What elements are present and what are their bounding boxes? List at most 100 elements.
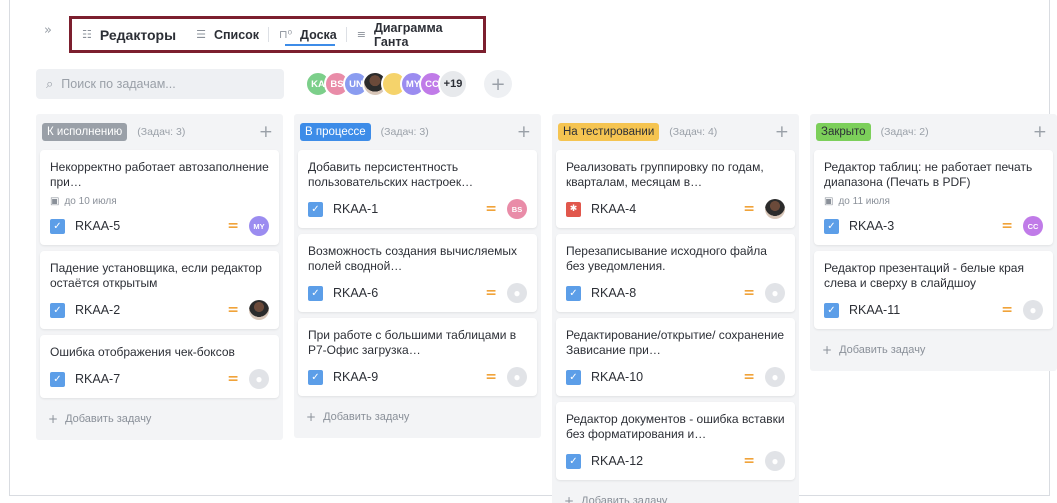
task-title[interactable]: Возможность создания вычисляемых полей с… <box>308 244 527 274</box>
add-task-label: Добавить задачу <box>65 413 152 425</box>
task-card[interactable]: Реализовать группировку по годам, кварта… <box>556 150 795 228</box>
task-search[interactable]: ⌕ <box>36 69 284 99</box>
task-key[interactable]: RKAA-1 <box>333 202 378 216</box>
add-task-button[interactable]: + Добавить задачу <box>814 335 1053 363</box>
task-key[interactable]: RKAA-2 <box>75 303 120 317</box>
board-column: На тестировании (Задач: 4) + Реализовать гр… <box>552 114 799 503</box>
board-icon: ⊓⁰ <box>279 28 293 41</box>
add-task-label: Добавить задачу <box>323 411 410 423</box>
task-due-date: ▣ до 11 июля <box>824 196 1043 207</box>
tab-list[interactable]: ☰ Список <box>196 19 270 50</box>
calendar-icon: ▣ <box>824 196 834 207</box>
assignee-avatar[interactable]: ● <box>1023 300 1043 320</box>
task-card[interactable]: Редактор таблиц: не работает печать диап… <box>814 150 1053 245</box>
tab-board-label: Доска <box>300 27 337 42</box>
tab-board[interactable]: ⊓⁰ Доска <box>279 19 347 50</box>
due-date-text: до 11 июля <box>838 196 890 207</box>
column-header: К исполнению (Задач: 3) + <box>40 122 279 142</box>
due-date-text: до 10 июля <box>64 196 117 207</box>
search-icon: ⌕ <box>46 76 54 92</box>
view-tabs: ☷ Редакторы ☰ Список ⊓⁰ Доска ≡ Диаграмм… <box>69 16 486 53</box>
task-card[interactable]: Редактор презентаций - белые края слева … <box>814 251 1053 329</box>
task-key[interactable]: RKAA-8 <box>591 286 636 300</box>
task-title[interactable]: При работе с большими таблицами в Р7-Офи… <box>308 328 527 358</box>
task-card[interactable]: Ошибка отображения чек-боксов ✓ RKAA-7 = ● <box>40 335 279 398</box>
task-title[interactable]: Редактирование/открытие/ сохранение Зави… <box>566 328 785 358</box>
assignee-avatar[interactable]: CC <box>1023 216 1043 236</box>
task-type-icon: ✓ <box>566 285 581 301</box>
task-key[interactable]: RKAA-6 <box>333 286 378 300</box>
column-status-badge: К исполнению <box>42 123 128 141</box>
add-task-button[interactable]: + Добавить задачу <box>298 402 537 430</box>
search-input[interactable] <box>61 77 262 91</box>
task-type-icon: ✓ <box>50 302 65 318</box>
priority-medium-icon: = <box>227 371 239 387</box>
add-task-label: Добавить задачу <box>581 495 668 503</box>
task-title[interactable]: Реализовать группировку по годам, кварта… <box>566 160 785 190</box>
task-card[interactable]: Некорректно работает автозаполнение при…… <box>40 150 279 245</box>
task-title[interactable]: Ошибка отображения чек-боксов <box>50 345 269 360</box>
expand-sidebar-icon[interactable]: » <box>44 23 52 38</box>
task-type-icon: ✓ <box>566 369 581 385</box>
assignee-avatar[interactable]: ● <box>765 283 785 303</box>
task-title[interactable]: Падение установщика, если редактор остаё… <box>50 261 269 291</box>
task-card[interactable]: Редактирование/открытие/ сохранение Зави… <box>556 318 795 396</box>
task-card[interactable]: Перезаписывание исходного файла без увед… <box>556 234 795 312</box>
assignee-avatar[interactable]: ● <box>765 367 785 387</box>
task-key[interactable]: RKAA-5 <box>75 219 120 233</box>
task-key[interactable]: RKAA-10 <box>591 370 643 384</box>
task-key[interactable]: RKAA-7 <box>75 372 120 386</box>
task-title[interactable]: Редактор презентаций - белые края слева … <box>824 261 1043 291</box>
add-task-button[interactable]: + Добавить задачу <box>40 404 279 432</box>
task-title[interactable]: Редактор таблиц: не работает печать диап… <box>824 160 1043 190</box>
task-title[interactable]: Добавить персистентность пользовательски… <box>308 160 527 190</box>
task-card[interactable]: Редактор документов - ошибка вставки без… <box>556 402 795 480</box>
task-type-icon: ✓ <box>50 218 65 234</box>
column-header: Закрыто (Задач: 2) + <box>814 122 1053 142</box>
add-task-plus-icon[interactable]: + <box>517 122 531 142</box>
column-task-count: (Задач: 2) <box>880 126 929 138</box>
task-key[interactable]: RKAA-12 <box>591 454 643 468</box>
assignee-avatar[interactable]: MY <box>249 216 269 236</box>
more-members-badge[interactable]: +19 <box>438 69 468 99</box>
priority-medium-icon: = <box>485 369 497 385</box>
column-status-badge: Закрыто <box>816 123 871 141</box>
task-title[interactable]: Перезаписывание исходного файла без увед… <box>566 244 785 274</box>
task-type-icon: ✓ <box>308 369 323 385</box>
task-key[interactable]: RKAA-3 <box>849 219 894 233</box>
assignee-avatar[interactable] <box>249 300 269 320</box>
task-title[interactable]: Редактор документов - ошибка вставки без… <box>566 412 785 442</box>
task-footer: ✓ RKAA-3 = CC <box>824 215 1043 237</box>
task-footer: ✱ RKAA-4 = <box>566 198 785 220</box>
member-avatars[interactable]: KA BS UN MY CC +19 <box>305 69 468 99</box>
add-task-plus-icon[interactable]: + <box>259 122 273 142</box>
task-footer: ✓ RKAA-2 = <box>50 299 269 321</box>
priority-medium-icon: = <box>743 453 755 469</box>
assignee-avatar[interactable]: ● <box>507 367 527 387</box>
task-card[interactable]: Добавить персистентность пользовательски… <box>298 150 537 228</box>
task-title[interactable]: Некорректно работает автозаполнение при… <box>50 160 269 190</box>
assignee-avatar[interactable]: BS <box>507 199 527 219</box>
task-key[interactable]: RKAA-4 <box>591 202 636 216</box>
task-footer: ✓ RKAA-12 = ● <box>566 450 785 472</box>
assignee-avatar[interactable]: ● <box>507 283 527 303</box>
task-card[interactable]: Падение установщика, если редактор остаё… <box>40 251 279 329</box>
task-key[interactable]: RKAA-11 <box>849 303 900 317</box>
task-card[interactable]: Возможность создания вычисляемых полей с… <box>298 234 537 312</box>
board-column: В процессе (Задач: 3) + Добавить персистент… <box>294 114 541 438</box>
task-key[interactable]: RKAA-9 <box>333 370 378 384</box>
add-task-button[interactable]: + Добавить задачу <box>556 486 795 503</box>
column-status-badge: На тестировании <box>558 123 660 141</box>
add-member-button[interactable]: + <box>484 70 512 98</box>
plus-icon: + <box>48 412 59 426</box>
task-footer: ✓ RKAA-1 = BS <box>308 198 527 220</box>
task-card[interactable]: При работе с большими таблицами в Р7-Офи… <box>298 318 537 396</box>
add-task-plus-icon[interactable]: + <box>1033 122 1047 142</box>
add-task-plus-icon[interactable]: + <box>775 122 789 142</box>
assignee-avatar[interactable] <box>765 199 785 219</box>
gantt-icon: ≡ <box>356 28 366 41</box>
project-title[interactable]: ☷ Редакторы <box>82 19 186 50</box>
assignee-avatar[interactable]: ● <box>765 451 785 471</box>
assignee-avatar[interactable]: ● <box>249 369 269 389</box>
tab-gantt[interactable]: ≡ Диаграмма Ганта <box>357 19 473 50</box>
